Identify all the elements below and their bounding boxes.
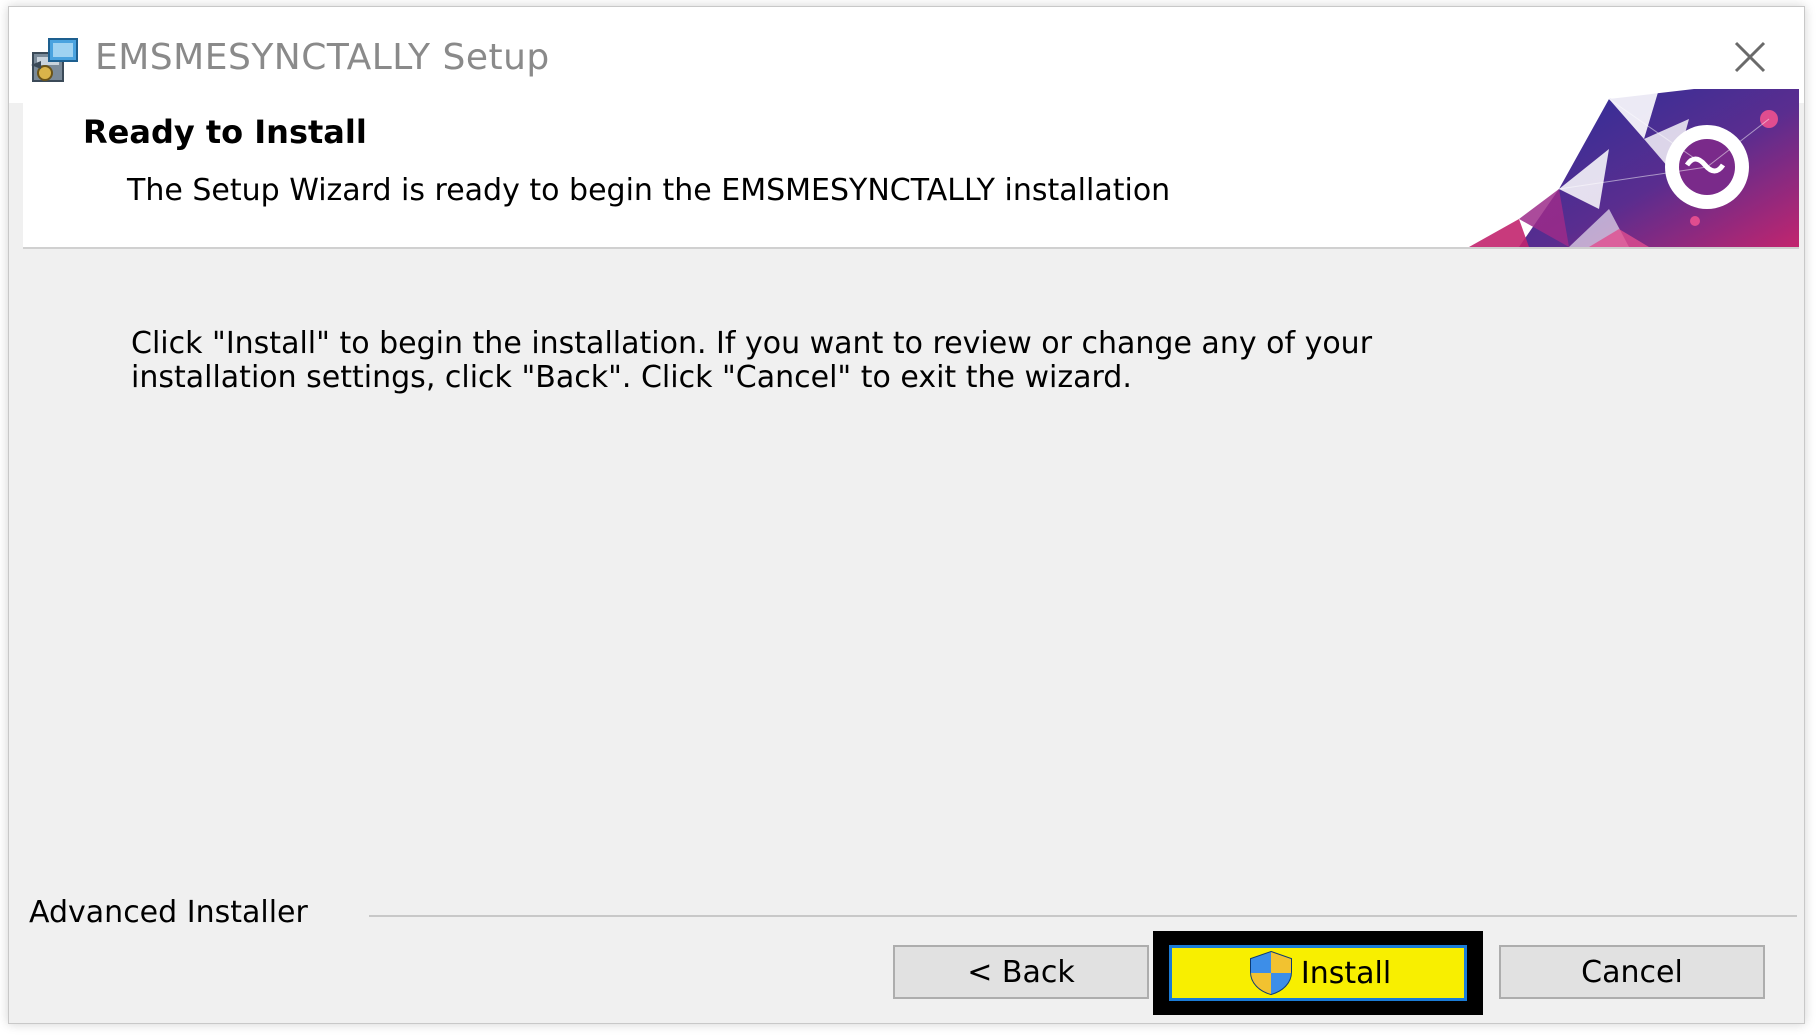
footer-divider xyxy=(369,915,1797,917)
setup-window: EMSMESYNCTALLY Setup Ready to Install Th… xyxy=(8,6,1805,1024)
uac-shield-icon xyxy=(1249,950,1292,996)
wizard-header: Ready to Install The Setup Wizard is rea… xyxy=(23,89,1799,249)
install-button[interactable]: Install xyxy=(1169,945,1467,1001)
installer-package-icon xyxy=(31,38,78,82)
window-title: EMSMESYNCTALLY Setup xyxy=(95,37,550,78)
back-button[interactable]: < Back xyxy=(893,945,1149,999)
install-instructions: Click "Install" to begin the installatio… xyxy=(131,326,1373,395)
cancel-button[interactable]: Cancel xyxy=(1499,945,1765,999)
advanced-installer-label: Advanced Installer xyxy=(29,895,308,930)
banner-logo-graphic xyxy=(1469,89,1799,247)
install-button-label: Install xyxy=(1300,955,1392,991)
page-title: Ready to Install xyxy=(83,113,367,151)
close-icon[interactable] xyxy=(1726,33,1774,81)
page-subtitle: The Setup Wizard is ready to begin the E… xyxy=(127,173,1171,208)
